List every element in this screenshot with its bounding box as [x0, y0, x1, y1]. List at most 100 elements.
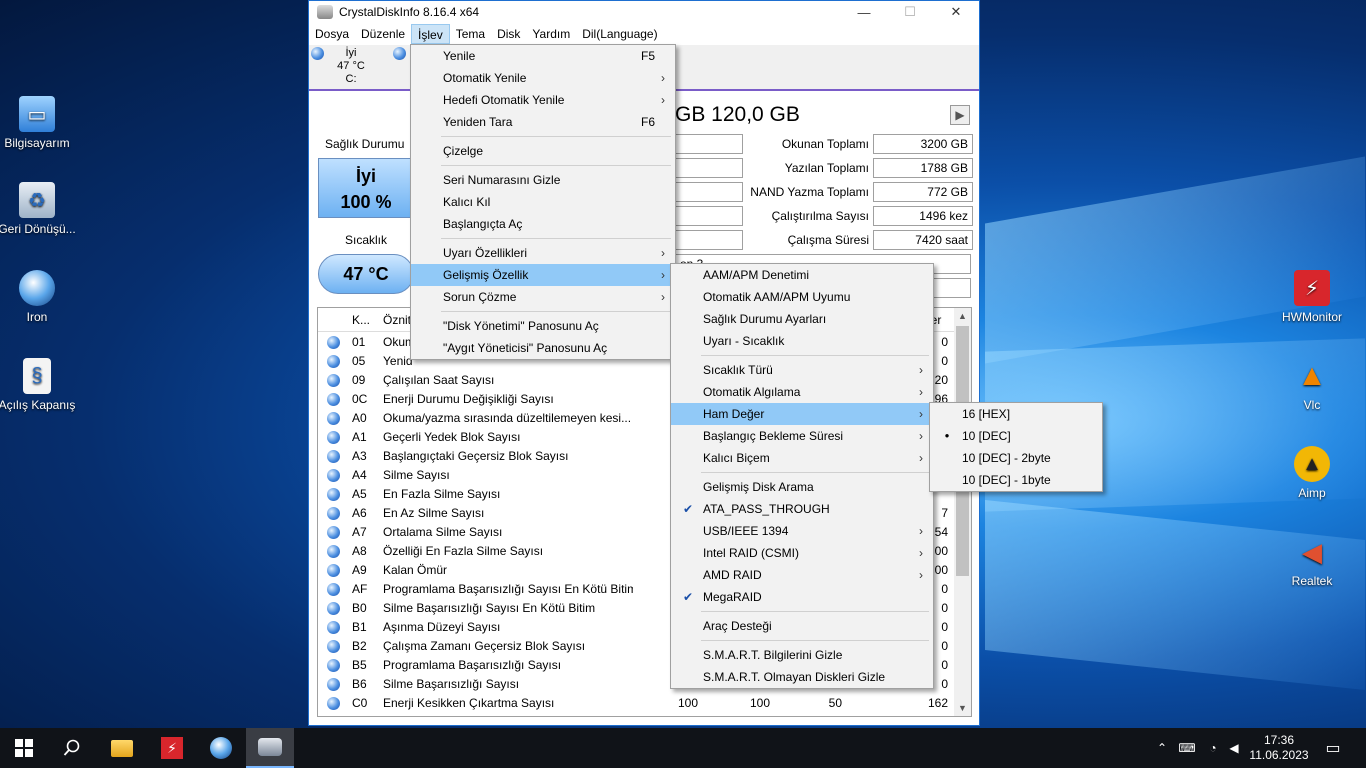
volume-icon[interactable]: ◀: [1224, 728, 1244, 768]
status-ball-icon: [318, 429, 348, 444]
menu-item-ham-değer[interactable]: Ham Değer ›: [671, 403, 933, 425]
search-button[interactable]: [48, 728, 96, 768]
taskbar-hwmonitor[interactable]: ⚡: [148, 728, 196, 768]
status-ball-icon: [318, 391, 348, 406]
menu-item-sıcaklık-türü[interactable]: Sıcaklık Türü ›: [671, 359, 933, 381]
menu-disk[interactable]: Disk: [491, 24, 526, 44]
menu-item-ata-pass-through[interactable]: ✔ ATA_PASS_THROUGH: [671, 498, 933, 520]
status-ball-icon: [318, 524, 348, 539]
menu-islev[interactable]: İşlev: [411, 24, 450, 44]
chevron-right-icon: ›: [919, 363, 923, 377]
desktop-icon-realtek[interactable]: ◀ Realtek: [1272, 534, 1352, 589]
menu-shortcut: F6: [640, 115, 655, 129]
attr-name: Geçerli Yedek Blok Sayısı: [383, 429, 521, 444]
network-icon[interactable]: ◔: [1202, 728, 1224, 768]
menu-item-aygıt-yöneticisi-panosunu-aç[interactable]: "Aygıt Yöneticisi" Panosunu Aç: [411, 337, 675, 359]
menu-item-seri-numarasını-gizle[interactable]: Seri Numarasını Gizle: [411, 169, 675, 191]
menu-item-usb-ieee-1394[interactable]: USB/IEEE 1394 ›: [671, 520, 933, 542]
table-row[interactable]: C0 Enerji Kesikken Çıkartma Sayısı 100 100 5…: [318, 693, 971, 712]
menu-item-16-hex[interactable]: 16 [HEX]: [930, 403, 1102, 425]
taskbar-file-explorer[interactable]: [98, 728, 146, 768]
stat-value-power-count: 1496 kez: [873, 206, 973, 226]
menu-item-label: 10 [DEC]: [962, 429, 1011, 443]
menu-item-yeniden-tara[interactable]: Yeniden Tara F6: [411, 111, 675, 133]
menu-item-10-dec-2byte[interactable]: 10 [DEC] - 2byte: [930, 447, 1102, 469]
disk-tab-c[interactable]: İyi 47 °C C:: [311, 45, 391, 86]
menu-item-aam-apm-denetimi[interactable]: AAM/APM Denetimi: [671, 264, 933, 286]
menu-item-s-m-a-r-t-bilgilerini-gizle[interactable]: S.M.A.R.T. Bilgilerini Gizle: [671, 644, 933, 666]
scroll-up-icon[interactable]: ▲: [954, 308, 971, 324]
desktop-icon-computer[interactable]: ▭ Bilgisayarım: [0, 96, 77, 150]
chevron-up-icon[interactable]: ⌃: [1152, 728, 1172, 768]
disk-tab-2-ball-icon[interactable]: [393, 47, 406, 60]
temperature-box: 47 °C: [318, 254, 414, 294]
taskbar-crystaldiskinfo[interactable]: [246, 728, 294, 768]
stat-label-read: Okunan Toplamı: [781, 137, 869, 151]
menu-item-sağlık-durumu-ayarları[interactable]: Sağlık Durumu Ayarları: [671, 308, 933, 330]
menu-item-sorun-çözme[interactable]: Sorun Çözme ›: [411, 286, 675, 308]
menu-item-uyarı-özellikleri[interactable]: Uyarı Özellikleri ›: [411, 242, 675, 264]
menu-item-otomatik-algılama[interactable]: Otomatik Algılama ›: [671, 381, 933, 403]
vertical-scrollbar[interactable]: ▲ ▼: [954, 308, 971, 716]
minimize-button[interactable]: —: [841, 1, 887, 23]
menu-item-uyarı-sıcaklık[interactable]: Uyarı - Sıcaklık: [671, 330, 933, 352]
health-ball-icon: [311, 47, 324, 60]
menu-item-intel-raid-csmi[interactable]: Intel RAID (CSMI) ›: [671, 542, 933, 564]
attr-id: A9: [352, 562, 367, 577]
chevron-right-icon: ›: [919, 524, 923, 538]
menu-item-disk-yönetimi-panosunu-aç[interactable]: "Disk Yönetimi" Panosunu Aç: [411, 315, 675, 337]
menu-item-yenile[interactable]: Yenile F5: [411, 45, 675, 67]
chevron-right-icon: ›: [661, 290, 665, 304]
col-id-header[interactable]: K...: [348, 313, 383, 327]
scroll-down-icon[interactable]: ▼: [954, 700, 971, 716]
desktop-icon-acilis-kapanis[interactable]: § Açılış Kapanış: [0, 358, 77, 412]
taskbar-iron[interactable]: [197, 728, 245, 768]
menu-item-s-m-a-r-t-olmayan-diskleri-gizle[interactable]: S.M.A.R.T. Olmayan Diskleri Gizle: [671, 666, 933, 688]
menu-yardim[interactable]: Yardım: [526, 24, 576, 44]
menu-item-gelişmiş-özellik[interactable]: Gelişmiş Özellik ›: [411, 264, 675, 286]
menu-item-amd-raid[interactable]: AMD RAID ›: [671, 564, 933, 586]
menu-duzenle[interactable]: Düzenle: [355, 24, 411, 44]
menu-language[interactable]: Dil(Language): [576, 24, 663, 44]
desktop-icon-recycle-bin[interactable]: ♻ Geri Dönüşü...: [0, 182, 77, 236]
desktop-icon-aimp[interactable]: ▲ Aimp: [1272, 446, 1352, 500]
menu-item-araç-desteği[interactable]: Araç Desteği: [671, 615, 933, 637]
maximize-button[interactable]: ☐: [887, 1, 933, 23]
desktop-icon-hwmonitor[interactable]: ⚡ HWMonitor: [1272, 270, 1352, 324]
start-button[interactable]: [0, 728, 48, 768]
notification-icon[interactable]: ▭: [1318, 728, 1348, 768]
menu-item-10-dec[interactable]: ● 10 [DEC]: [930, 425, 1102, 447]
menu-item-kalıcı-kıl[interactable]: Kalıcı Kıl: [411, 191, 675, 213]
menu-item-label: "Disk Yönetimi" Panosunu Aç: [443, 319, 599, 333]
menu-separator: [441, 311, 671, 312]
chevron-right-icon: ›: [919, 568, 923, 582]
attr-name: Kalan Ömür: [383, 562, 448, 577]
attr-threshold: 50: [828, 695, 842, 710]
clock[interactable]: 17:36 11.06.2023: [1246, 728, 1312, 768]
menu-tema[interactable]: Tema: [450, 24, 491, 44]
next-disk-button[interactable]: ▶: [950, 105, 970, 125]
desktop-icon-iron[interactable]: Iron: [0, 270, 77, 324]
menu-item-gelişmiş-disk-arama[interactable]: Gelişmiş Disk Arama: [671, 476, 933, 498]
health-status-box[interactable]: İyi 100 %: [318, 158, 414, 218]
menu-item-label: Kalıcı Kıl: [443, 195, 491, 209]
script-file-icon: §: [23, 358, 51, 394]
menu-item-başlangıç-bekleme-süresi[interactable]: Başlangıç Bekleme Süresi ›: [671, 425, 933, 447]
menu-item-hedefi-otomatik-yenile[interactable]: Hedefi Otomatik Yenile ›: [411, 89, 675, 111]
title-bar[interactable]: CrystalDiskInfo 8.16.4 x64 — ☐ ✕: [309, 1, 979, 23]
islev-dropdown-menu: Yenile F5 Otomatik Yenile › Hedefi Otomatik …: [410, 44, 676, 360]
health-label: Sağlık Durumu: [325, 137, 405, 151]
menu-dosya[interactable]: Dosya: [309, 24, 355, 44]
menu-item-çizelge[interactable]: Çizelge: [411, 140, 675, 162]
menu-item-label: Kalıcı Biçem: [703, 451, 770, 465]
close-button[interactable]: ✕: [933, 1, 979, 23]
menu-item-otomatik-aam-apm-uyumu[interactable]: Otomatik AAM/APM Uyumu: [671, 286, 933, 308]
menu-item-megaraid[interactable]: ✔ MegaRAID: [671, 586, 933, 608]
info-field-5: [675, 230, 743, 250]
desktop-icon-vlc[interactable]: ▲ Vlc: [1272, 358, 1352, 412]
menu-item-10-dec-1byte[interactable]: 10 [DEC] - 1byte: [930, 469, 1102, 491]
ime-icon[interactable]: ⌨: [1176, 728, 1198, 768]
menu-item-başlangıçta-aç[interactable]: Başlangıçta Aç: [411, 213, 675, 235]
menu-item-kalıcı-biçem[interactable]: Kalıcı Biçem ›: [671, 447, 933, 469]
menu-item-otomatik-yenile[interactable]: Otomatik Yenile ›: [411, 67, 675, 89]
